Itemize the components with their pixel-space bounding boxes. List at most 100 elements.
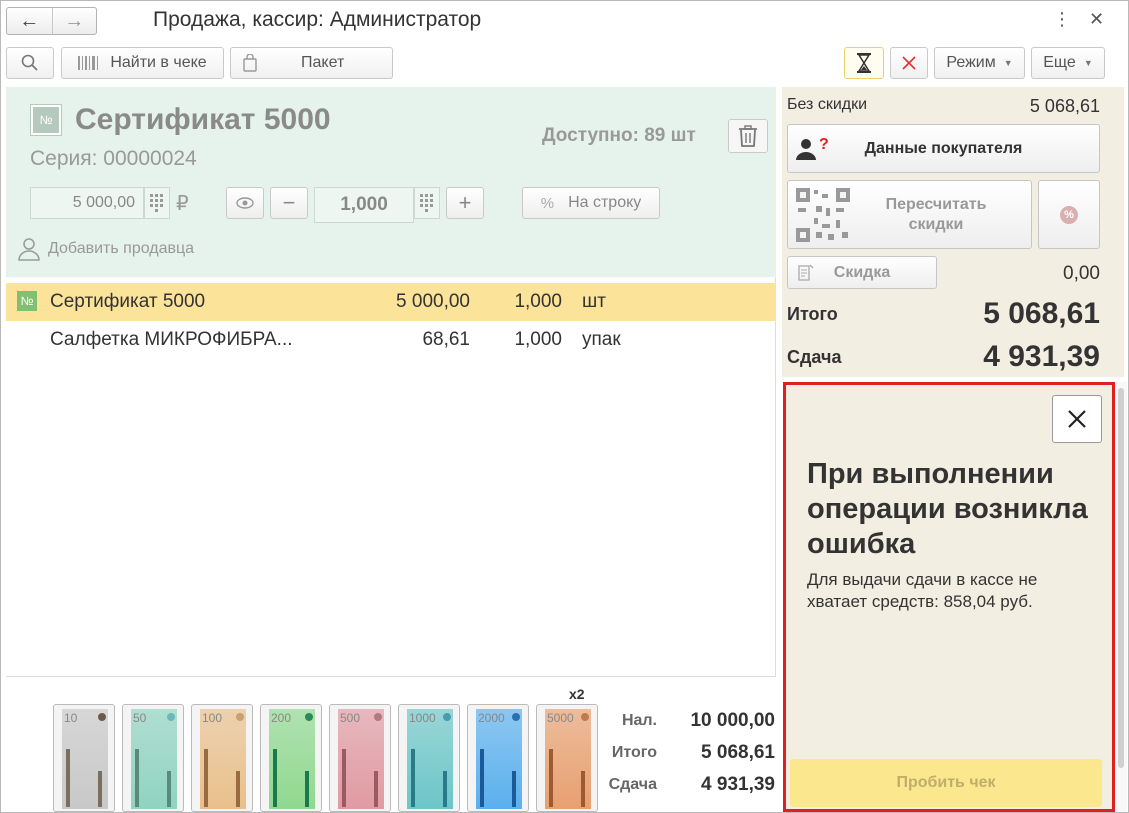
item-amount: 68,61 xyxy=(422,329,470,350)
discount-percent-button[interactable]: % xyxy=(1038,180,1100,249)
forward-icon[interactable]: → xyxy=(51,8,97,34)
price-field[interactable]: 5 000,00 xyxy=(30,187,144,219)
banknote-icon: 10 xyxy=(62,709,108,809)
error-title: При выполнении операции возникла ошибка xyxy=(807,458,1088,560)
banknote-button[interactable]: 500 xyxy=(329,704,391,812)
banknote-mark xyxy=(374,713,382,721)
total-value: 5 068,61 xyxy=(983,297,1100,330)
window-title: Продажа, кассир: Администратор xyxy=(153,8,482,31)
summary-total-label: Итого xyxy=(611,744,657,761)
banknote-icon: 500 xyxy=(338,709,384,809)
scrollbar[interactable] xyxy=(1115,382,1127,812)
available-stock: Доступно: 89 шт xyxy=(542,125,696,146)
find-in-receipt-button[interactable]: Найти в чеке xyxy=(61,47,224,79)
search-button[interactable] xyxy=(6,47,54,79)
customer-data-button[interactable]: ? Данные покупателя xyxy=(787,124,1100,173)
banknote-button[interactable]: 50 xyxy=(122,704,184,812)
increase-qty-button[interactable]: + xyxy=(446,187,484,219)
mode-dropdown[interactable]: Режим ▼ xyxy=(934,47,1025,79)
banknote-stripe xyxy=(374,771,378,807)
bill-multiplier: x2 xyxy=(569,686,585,702)
banknote-button[interactable]: 5000 xyxy=(536,704,598,812)
customer-unknown-icon: ? xyxy=(796,137,829,160)
more-dropdown[interactable]: Еще ▼ xyxy=(1031,47,1105,79)
item-qty: 1,000 xyxy=(514,329,562,350)
banknote-icon: 100 xyxy=(200,709,246,809)
discount-label: Скидка xyxy=(833,263,891,281)
minus-icon: − xyxy=(282,190,296,215)
discount-button[interactable]: Скидка xyxy=(787,256,937,289)
more-menu-icon[interactable]: ⋮ xyxy=(1053,9,1071,30)
banknote-denomination: 1000 xyxy=(409,711,436,725)
close-icon xyxy=(1068,410,1086,428)
print-receipt-button[interactable]: Пробить чек xyxy=(790,759,1102,807)
banknote-denomination: 500 xyxy=(340,711,361,725)
user-icon xyxy=(18,238,40,261)
summary-total-value: 5 068,61 xyxy=(701,742,775,763)
item-name: Салфетка МИКРОФИБРА... xyxy=(50,329,293,350)
more-label: Еще xyxy=(1043,54,1076,71)
banknote-mark xyxy=(305,713,313,721)
banknote-button[interactable]: 10 xyxy=(53,704,115,812)
banknote-icon: 5000 xyxy=(545,709,591,809)
add-seller-link[interactable]: Добавить продавца xyxy=(18,237,194,261)
cancel-button[interactable] xyxy=(890,47,928,79)
banknote-stripe xyxy=(236,771,240,807)
per-line-button[interactable]: % На строку xyxy=(522,187,660,219)
hourglass-icon xyxy=(857,53,871,73)
item-amount: 5 000,00 xyxy=(396,291,470,312)
table-row[interactable]: Салфетка МИКРОФИБРА... 68,61 1,000 упак xyxy=(6,321,776,359)
quantity-field[interactable]: 1,000 xyxy=(314,187,414,223)
recalc-discounts-button[interactable]: Пересчитать скидки xyxy=(787,180,1032,249)
keypad-icon xyxy=(150,194,163,212)
banknote-stripe xyxy=(305,771,309,807)
qr-code-icon xyxy=(796,188,850,242)
add-seller-label: Добавить продавца xyxy=(48,240,195,257)
package-button[interactable]: Пакет xyxy=(230,47,393,79)
banknote-stripe xyxy=(66,749,70,807)
banknote-button[interactable]: 200 xyxy=(260,704,322,812)
table-row[interactable]: № Сертификат 5000 5 000,00 1,000 шт xyxy=(6,283,776,321)
item-name: Сертификат 5000 xyxy=(50,291,206,312)
certificate-badge-icon: № xyxy=(17,291,37,311)
chevron-down-icon: ▼ xyxy=(1003,58,1013,68)
find-in-receipt-label: Найти в чеке xyxy=(110,54,207,71)
banknote-stripe xyxy=(581,771,585,807)
view-button[interactable] xyxy=(226,187,264,219)
delete-button[interactable] xyxy=(728,119,768,153)
no-discount-value: 5 068,61 xyxy=(1029,96,1100,116)
banknote-stripe xyxy=(273,749,277,807)
back-icon[interactable]: ← xyxy=(7,8,52,34)
change-label: Сдача xyxy=(787,347,842,367)
banknote-stripe xyxy=(480,749,484,807)
currency-symbol: ₽ xyxy=(176,193,189,215)
banknote-button[interactable]: 1000 xyxy=(398,704,460,812)
scrollbar-thumb[interactable] xyxy=(1118,388,1124,768)
item-qty: 1,000 xyxy=(514,291,562,312)
error-message-panel: При выполнении операции возникла ошибка … xyxy=(783,382,1115,812)
close-error-button[interactable] xyxy=(1052,395,1102,443)
package-label: Пакет xyxy=(301,54,345,71)
banknote-button[interactable]: 2000 xyxy=(467,704,529,812)
hourglass-button[interactable] xyxy=(844,47,884,79)
banknote-mark xyxy=(98,713,106,721)
svg-text:?: ? xyxy=(819,137,829,153)
plus-icon: + xyxy=(458,190,472,215)
product-name: Сертификат 5000 xyxy=(75,103,331,136)
percent-icon: % xyxy=(540,194,555,212)
qty-keypad-button[interactable] xyxy=(414,187,440,219)
number-badge-icon: № xyxy=(30,104,62,136)
banknote-mark xyxy=(443,713,451,721)
product-panel: № Сертификат 5000 Серия: 00000024 Доступ… xyxy=(6,87,776,277)
barcode-icon xyxy=(78,56,99,70)
mode-label: Режим xyxy=(946,54,996,71)
price-keypad-button[interactable] xyxy=(144,187,170,219)
close-window-icon[interactable]: ✕ xyxy=(1089,9,1104,30)
banknote-button[interactable]: 100 xyxy=(191,704,253,812)
item-unit: шт xyxy=(582,291,606,312)
cash-value: 10 000,00 xyxy=(690,710,775,731)
no-discount-label: Без скидки xyxy=(787,96,868,113)
decrease-qty-button[interactable]: − xyxy=(270,187,308,219)
discount-doc-icon xyxy=(798,264,814,281)
trash-icon xyxy=(739,125,757,147)
